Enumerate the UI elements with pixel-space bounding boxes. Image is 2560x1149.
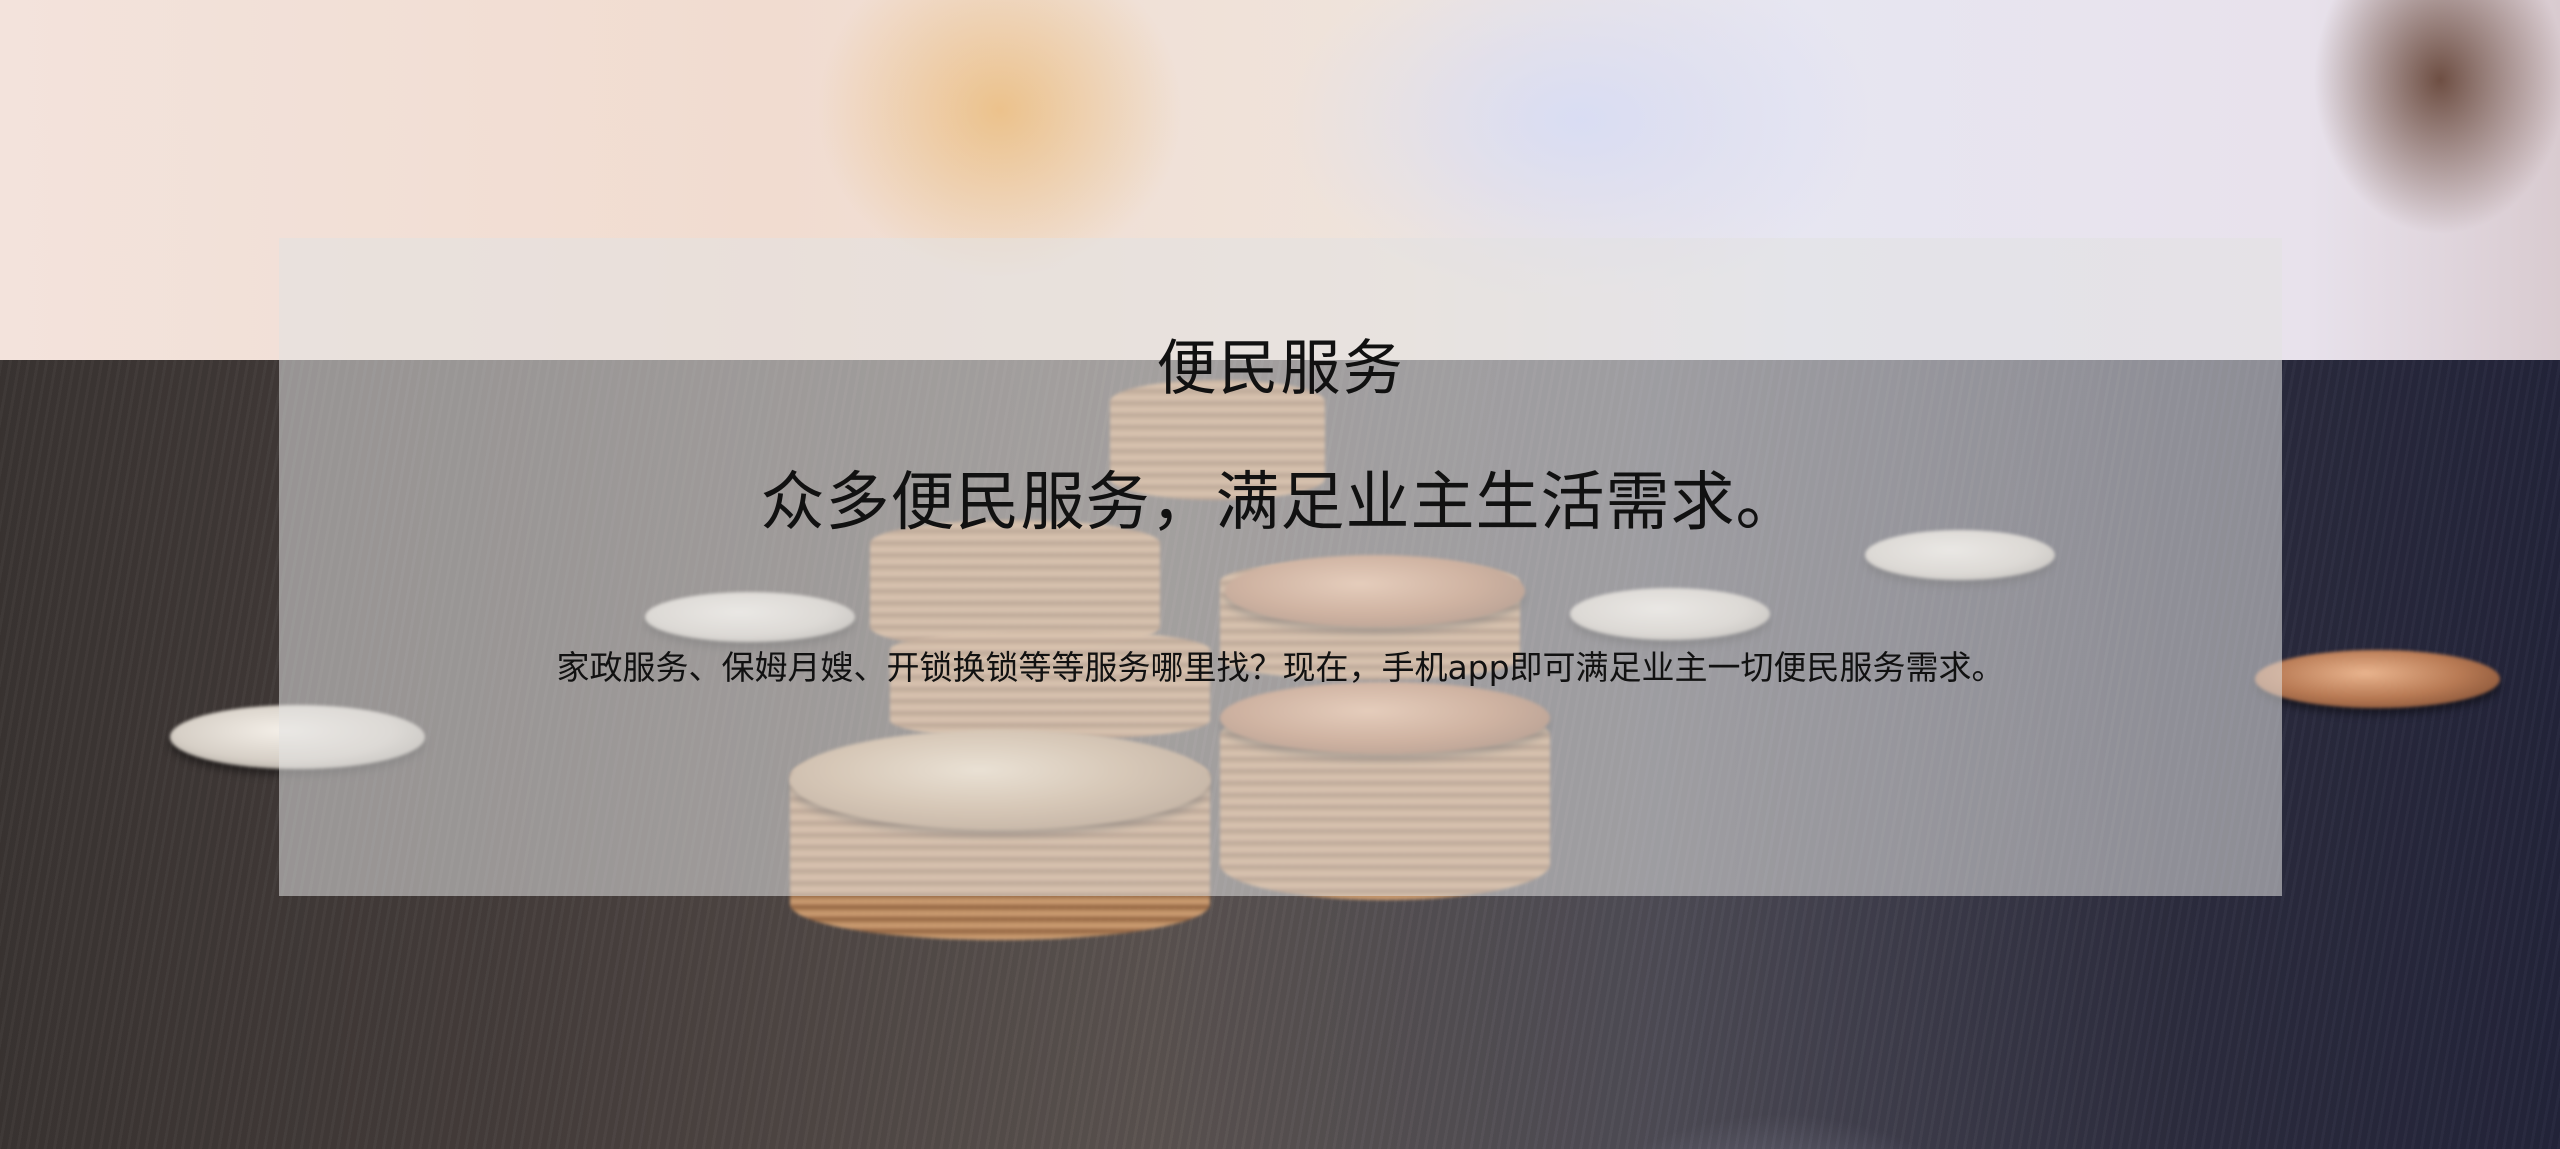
section-title: 便民服务 <box>1156 334 1405 404</box>
service-intro-panel: 便民服务 众多便民服务，满足业主生活需求。 家政服务、保姆月嫂、开锁换锁等等服务… <box>279 238 2282 896</box>
section-description: 家政服务、保姆月嫂、开锁换锁等等服务哪里找？现在，手机app即可满足业主一切便民… <box>556 648 2005 687</box>
section-headline: 众多便民服务，满足业主生活需求。 <box>760 466 1801 540</box>
coin <box>2255 650 2500 708</box>
